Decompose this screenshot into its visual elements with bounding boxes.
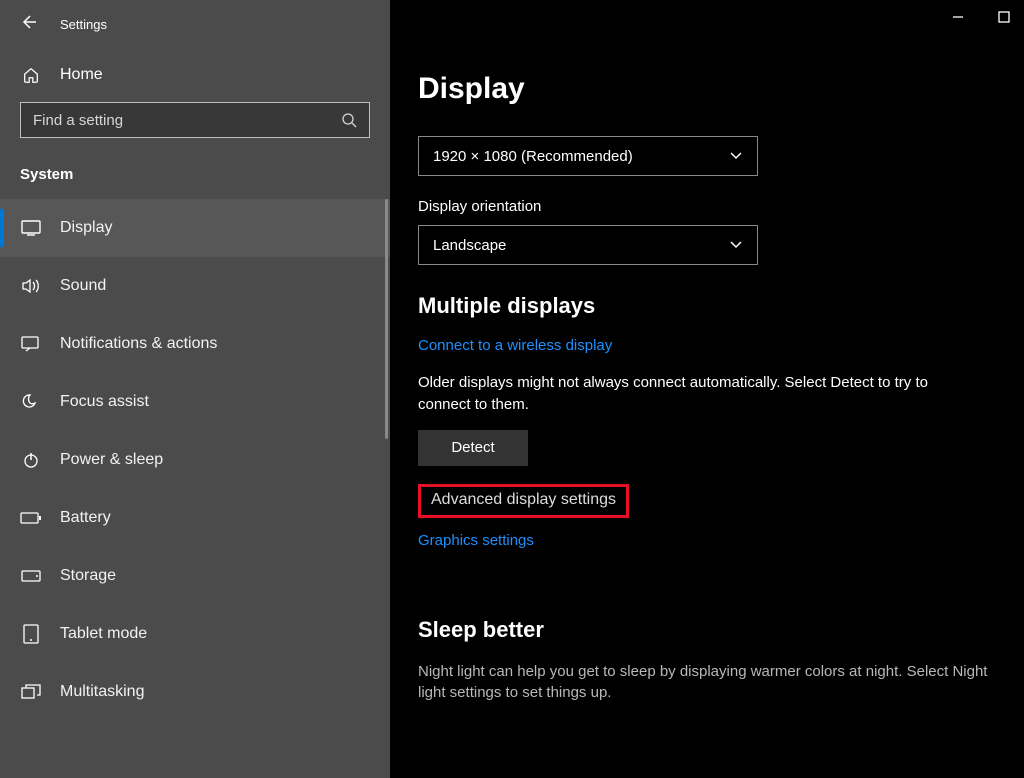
home-icon [20, 66, 42, 84]
advanced-display-link[interactable]: Advanced display settings [431, 491, 616, 508]
sleep-better-body: Night light can help you get to sleep by… [418, 661, 1008, 705]
home-nav[interactable]: Home [0, 48, 390, 102]
storage-icon [20, 570, 42, 582]
notifications-icon [20, 336, 42, 352]
window-controls [950, 10, 1012, 26]
sleep-better-heading: Sleep better [418, 617, 1024, 643]
main-content: Display 1920 × 1080 (Recommended) Displa… [390, 0, 1024, 778]
detect-description: Older displays might not always connect … [418, 372, 978, 416]
titlebar-label: Settings [60, 17, 107, 32]
page-title: Display [418, 0, 1024, 136]
resolution-dropdown[interactable]: 1920 × 1080 (Recommended) [418, 136, 758, 176]
sound-icon [20, 278, 42, 294]
sidebar-item-label: Display [60, 219, 112, 237]
multitasking-icon [20, 684, 42, 700]
resolution-value: 1920 × 1080 (Recommended) [433, 148, 633, 165]
sidebar-item-storage[interactable]: Storage [0, 547, 390, 605]
power-icon [20, 451, 42, 469]
display-icon [20, 220, 42, 236]
tablet-icon [20, 624, 42, 644]
sidebar-item-label: Notifications & actions [60, 335, 217, 353]
back-button[interactable] [20, 14, 36, 35]
sidebar-item-tablet-mode[interactable]: Tablet mode [0, 605, 390, 663]
search-icon [341, 112, 357, 128]
sidebar-item-label: Sound [60, 277, 106, 295]
chevron-down-icon [729, 237, 743, 254]
sidebar-item-display[interactable]: Display [0, 199, 390, 257]
orientation-dropdown[interactable]: Landscape [418, 225, 758, 265]
settings-sidebar: Settings Home Find a setting System D [0, 0, 390, 778]
connect-wireless-link[interactable]: Connect to a wireless display [418, 337, 612, 354]
sidebar-item-focus-assist[interactable]: Focus assist [0, 373, 390, 431]
chevron-down-icon [729, 148, 743, 165]
orientation-value: Landscape [433, 237, 506, 254]
search-input[interactable]: Find a setting [20, 102, 370, 138]
sidebar-item-label: Tablet mode [60, 625, 147, 643]
sidebar-item-notifications[interactable]: Notifications & actions [0, 315, 390, 373]
sidebar-item-label: Multitasking [60, 683, 144, 701]
sidebar-item-label: Focus assist [60, 393, 149, 411]
sidebar-nav: Display Sound Notifications & actions Fo… [0, 199, 390, 721]
titlebar: Settings [0, 0, 390, 48]
sidebar-item-multitasking[interactable]: Multitasking [0, 663, 390, 721]
sidebar-item-label: Storage [60, 567, 116, 585]
battery-icon [20, 512, 42, 524]
sidebar-item-battery[interactable]: Battery [0, 489, 390, 547]
sidebar-item-label: Battery [60, 509, 111, 527]
orientation-label: Display orientation [418, 198, 1024, 215]
sidebar-item-label: Power & sleep [60, 451, 163, 469]
multiple-displays-heading: Multiple displays [418, 293, 1024, 319]
graphics-settings-link[interactable]: Graphics settings [418, 532, 534, 549]
detect-button[interactable]: Detect [418, 430, 528, 466]
minimize-button[interactable] [950, 10, 966, 26]
search-placeholder: Find a setting [33, 112, 123, 129]
home-label: Home [60, 66, 103, 84]
sidebar-item-power-sleep[interactable]: Power & sleep [0, 431, 390, 489]
sidebar-item-sound[interactable]: Sound [0, 257, 390, 315]
advanced-display-highlight: Advanced display settings [418, 484, 629, 518]
sidebar-section-label: System [0, 156, 390, 199]
maximize-button[interactable] [996, 10, 1012, 26]
focus-assist-icon [20, 393, 42, 411]
